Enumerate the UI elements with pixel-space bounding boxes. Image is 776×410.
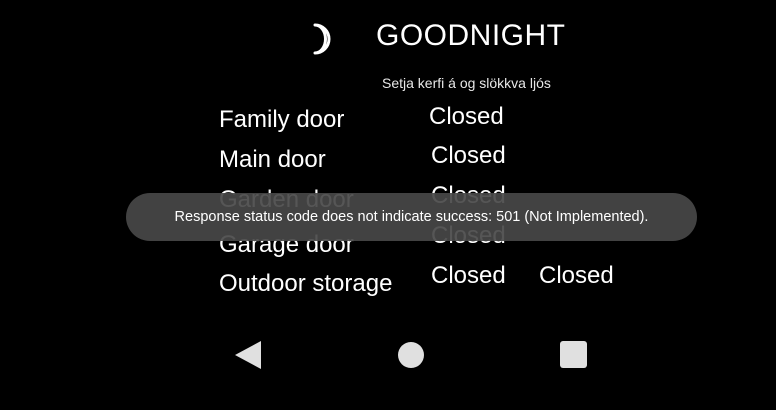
door-row: Outdoor storage Closed Closed [0,262,776,306]
door-status-secondary: Closed [539,262,614,289]
door-status: Closed [431,142,506,169]
back-triangle-icon[interactable] [233,339,263,371]
door-status: Closed [431,262,506,289]
crescent-moon-icon [313,23,331,55]
recent-apps-square-icon[interactable] [560,341,587,368]
home-circle-icon[interactable] [398,342,424,368]
page-title: GOODNIGHT [376,19,566,52]
toast-message: Response status code does not indicate s… [174,209,649,225]
door-row: Family door Closed [0,103,776,142]
door-name: Main door [219,146,326,173]
door-status: Closed [429,103,504,130]
page-subtitle: Setja kerfi á og slökkva ljós [382,75,551,91]
android-nav-bar [0,330,776,380]
door-row: Main door Closed [0,142,776,182]
error-toast: Response status code does not indicate s… [126,193,697,241]
door-name: Family door [219,106,345,133]
door-name: Outdoor storage [219,270,393,297]
